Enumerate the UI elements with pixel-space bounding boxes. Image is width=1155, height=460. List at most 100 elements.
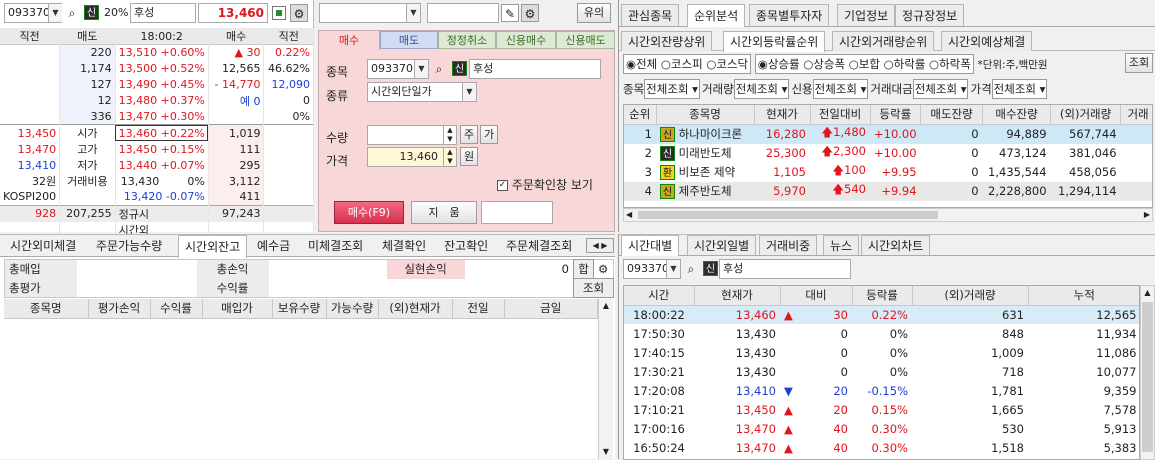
confirm-checkbox[interactable]: ✓ 주문확인창 보기 [497,176,593,193]
subtab-expected[interactable]: 시간외예상체결 [941,31,1033,51]
tab-unfilled[interactable]: 미체결조회 [302,235,369,257]
search-icon[interactable]: ⌕ [682,260,700,278]
tab-credit-buy[interactable]: 신용매수 [496,31,556,49]
tab-chart[interactable]: 시간외차트 [861,235,931,255]
ask-row[interactable]: 336 13,470 +0.30% 0% [0,108,314,125]
credit-badge: 신 [660,184,675,199]
qty-avail-button[interactable]: 가 [480,125,498,144]
col-header: 누적 [1028,286,1139,306]
price-unit-button[interactable]: 원 [460,147,478,166]
chart-icon[interactable] [272,6,286,20]
tab-scroll-arrows[interactable]: ◀ ▶ [586,238,614,253]
subtab-change-rank[interactable]: 시간외등락률순위 [723,31,826,52]
query-button[interactable]: 조회 [573,278,614,298]
qty-stepper[interactable]: ▲ ▼ [443,126,456,144]
bid-row[interactable]: 13,470 고가 13,450 +0.15% 111 [0,141,314,157]
radio-kospi[interactable]: ○코스피 [661,57,703,71]
tab-deposit[interactable]: 예수금 [251,235,296,257]
tab-balance-confirm[interactable]: 잔고확인 [438,235,494,257]
radio-fall-rate[interactable]: ○하락률 [884,57,926,71]
vol-cell: 1,518 [991,440,1024,455]
table-row[interactable]: 1 신 하나마이크론 16,280 🡅1,480 +10.00 0 94,889… [624,124,1152,144]
filter-select[interactable]: 전체조회 ▾ [644,79,700,99]
table-row[interactable]: 17:00:16 13,470 ▲ 40 0.30% 530 5,913 [624,419,1139,438]
table-row[interactable]: 17:10:21 13,450 ▲ 20 0.15% 1,665 7,578 [624,400,1139,419]
ask-row[interactable]: 1,174 13,500 +0.52% 12,565 46.62% [0,60,314,77]
bid-row[interactable]: 32원 거래비용 13,430 0% 3,112 [0,173,314,189]
ask-row[interactable]: 220 13,510 +0.60% ▲ 30 0.22% [0,44,314,61]
tab-company[interactable]: 기업정보 [837,4,896,26]
subtab-trade-vol-rank[interactable]: 시간외거래량순위 [832,31,935,51]
ask-row[interactable]: 12 13,480 +0.37% 예 0 0 [0,92,314,109]
tab-fill-confirm[interactable]: 체결확인 [376,235,432,257]
radio-rise-amt[interactable]: ○상승폭 [803,57,845,71]
tab-news[interactable]: 뉴스 [823,235,860,255]
tab-daily[interactable]: 시간외일별 [687,235,757,255]
sum-button[interactable]: 합 [573,259,594,279]
qty-share-button[interactable]: 주 [460,125,478,144]
caution-button[interactable]: 유의 [577,3,611,23]
tab-after-balance[interactable]: 시간외잔고 [178,235,248,258]
chevron-down-icon[interactable]: ▼ [406,4,420,22]
search-icon[interactable]: ⌕ [63,4,81,22]
password-field[interactable] [427,3,499,23]
subtab-volume-top[interactable]: 시간외잔량상위 [621,31,713,51]
chevron-down-icon[interactable]: ▼ [414,60,428,78]
table-row[interactable]: 17:40:15 13,430 0 0% 1,009 11,086 [624,343,1139,362]
order-type-select[interactable]: 시간외단일가 [367,82,477,102]
tab-by-time[interactable]: 시간대별 [621,235,680,256]
table-row[interactable]: 17:20:08 13,410 ▼ 20 -0.15% 1,781 9,359 [624,381,1139,400]
table-row[interactable]: 16:50:24 13,470 ▲ 40 0.30% 1,518 5,383 [624,438,1139,457]
table-row[interactable]: 4 신 제주반도체 5,970 🡅540 +9.94 0 2,228,800 1… [624,181,1152,201]
gear-icon[interactable]: ⚙ [594,260,614,279]
col-header: 가능수량 [326,299,379,319]
scrollbar[interactable]: ▲ ▼ [598,299,613,459]
table-row[interactable]: 3 환 비보존 제약 1,105 🡅100 +9.95 0 1,435,544 … [624,163,1152,182]
radio-all[interactable]: ◉전체 [626,57,657,71]
table-row[interactable]: 17:50:30 13,430 0 0% 848 11,934 [624,324,1139,343]
tab-volume-share[interactable]: 거래비중 [759,235,818,255]
pct-cell: +10.00 [874,127,917,141]
bid-row[interactable]: 13,450 시가 13,460 +0.22% 1,019 [0,124,314,141]
price-stepper[interactable]: ▲ ▼ [443,148,456,166]
clear-button[interactable]: 지 움 [411,201,477,224]
gear-icon[interactable]: ⚙ [290,4,308,22]
filter-select[interactable]: 전체조회 ▾ [912,79,969,99]
filter-select[interactable]: 전체조회 ▾ [812,79,869,99]
tab-modify-cancel[interactable]: 정정취소 [438,31,496,49]
chevron-down-icon[interactable]: ▼ [48,4,62,22]
chevron-down-icon[interactable]: ▼ [666,260,680,278]
radio-flat[interactable]: ○보합 [849,57,880,71]
tab-ranking[interactable]: 순위분석 [687,4,746,27]
scrollbar[interactable]: ▲ [1140,285,1155,460]
tab-order-fill[interactable]: 주문체결조회 [500,235,578,257]
filter-select[interactable]: 전체조회 ▾ [733,79,790,99]
tab-buy[interactable]: 매수 [318,30,380,50]
tab-unfilled-after[interactable]: 시간외미체결 [4,235,82,257]
tab-sell[interactable]: 매도 [380,31,438,49]
tab-regular-session[interactable]: 정규장정보 [895,4,965,26]
bid-row[interactable]: KOSPI200 13,420 -0.07% 411 [0,189,314,205]
search-icon[interactable]: ⌕ [430,60,448,78]
radio-rise-rate[interactable]: ◉상승률 [758,57,800,71]
tab-orderable-qty[interactable]: 주문가능수량 [90,235,168,257]
radio-fall-amt[interactable]: ○하락폭 [929,57,971,71]
time-cell: 17:00:16 [633,421,685,436]
table-row[interactable]: 18:00:22 13,460 ▲ 30 0.22% 631 12,565 [624,305,1139,324]
time-cell: 17:20:08 [633,383,685,398]
tab-credit-sell[interactable]: 신용매도 [556,31,615,49]
table-row[interactable]: 17:30:21 13,430 0 0% 718 10,077 [624,362,1139,381]
horizontal-scrollbar[interactable]: ◀ ▶ [623,208,1153,222]
buy-button[interactable]: 매수(F9) [334,201,404,224]
query-button[interactable]: 조회 [1125,53,1153,73]
filter-select[interactable]: 전체조회 ▾ [991,79,1048,99]
radio-kosdaq[interactable]: ○코스닥 [706,57,748,71]
chevron-down-icon[interactable]: ▼ [462,83,476,101]
eraser-icon[interactable]: ✎ [501,4,519,22]
tab-watchlist[interactable]: 관심종목 [621,4,680,26]
ask-row[interactable]: 127 13,490 +0.45% - 14,770 12,090 [0,76,314,93]
tab-investor[interactable]: 종목별투자자 [749,4,830,26]
table-row[interactable]: 2 신 미래반도체 25,300 🡅2,300 +10.00 0 473,124… [624,144,1152,163]
gear-icon[interactable]: ⚙ [521,4,539,22]
bid-row[interactable]: 13,410 저가 13,440 +0.07% 295 [0,157,314,173]
